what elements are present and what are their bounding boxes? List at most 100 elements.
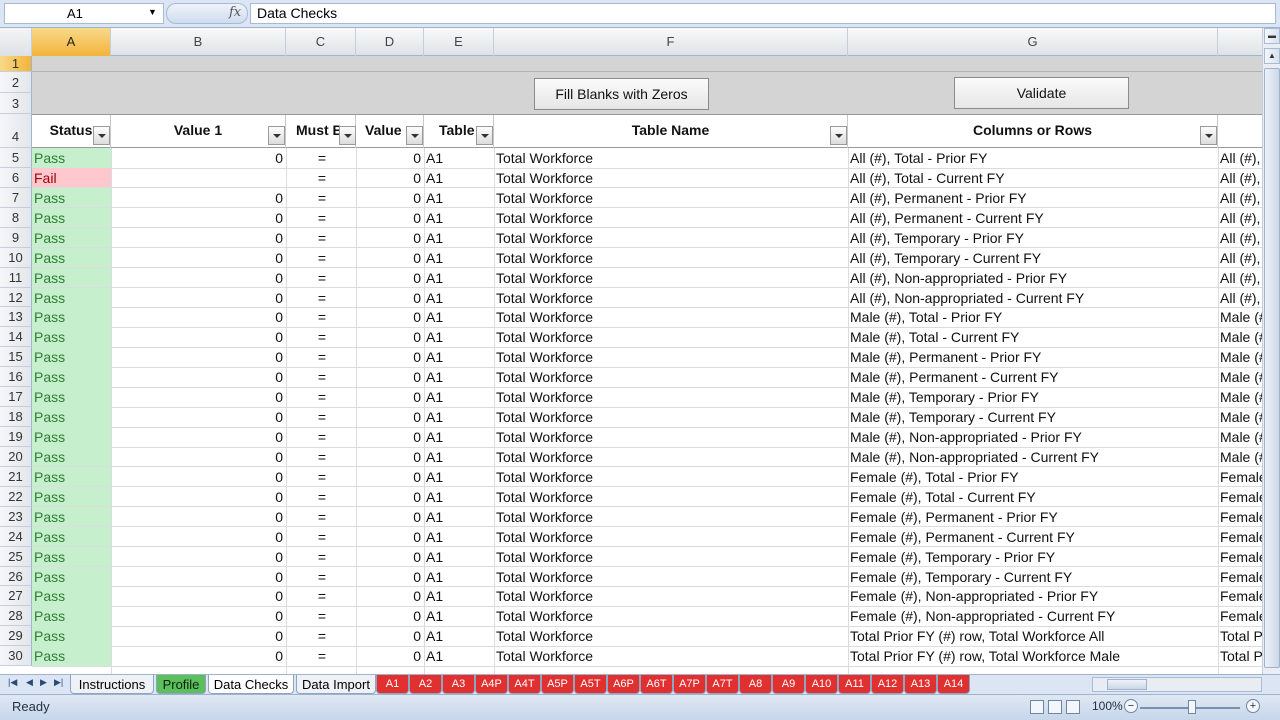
overflow-cell[interactable]: Female <box>1218 487 1262 507</box>
columns-rows-cell[interactable]: Male (#), Permanent - Current FY <box>848 367 1218 387</box>
value1-cell[interactable] <box>111 168 286 188</box>
operator-cell[interactable]: = <box>286 467 356 487</box>
value1-cell[interactable]: 0 <box>111 427 286 447</box>
value1-cell[interactable]: 0 <box>111 606 286 626</box>
overflow-cell[interactable]: Female <box>1218 586 1262 606</box>
last-sheet-icon[interactable]: ▶| <box>54 677 63 688</box>
operator-cell[interactable]: = <box>286 427 356 447</box>
overflow-cell[interactable]: Male (#), T <box>1218 407 1262 427</box>
status-cell[interactable]: Pass <box>32 287 111 308</box>
row-header[interactable]: 24 <box>0 526 32 547</box>
operator-cell[interactable]: = <box>286 367 356 387</box>
table-name-cell[interactable]: Total Workforce <box>494 268 848 288</box>
status-cell[interactable]: Pass <box>32 407 111 428</box>
split-handle[interactable]: ▬ <box>1264 28 1280 44</box>
value1-cell[interactable]: 0 <box>111 567 286 587</box>
value2-cell[interactable]: 0 <box>356 168 424 188</box>
table-cell[interactable]: A1 <box>424 467 494 487</box>
columns-rows-cell[interactable]: All (#), Total - Current FY <box>848 168 1218 188</box>
value2-cell[interactable]: 0 <box>356 268 424 288</box>
overflow-cell[interactable]: Female <box>1218 547 1262 567</box>
sheet-tab[interactable]: A14 <box>937 675 970 694</box>
overflow-cell[interactable]: All (#), T <box>1218 188 1262 208</box>
table-name-cell[interactable]: Total Workforce <box>494 447 848 467</box>
overflow-cell[interactable]: Female <box>1218 606 1262 626</box>
table-cell[interactable]: A1 <box>424 188 494 208</box>
operator-cell[interactable]: = <box>286 228 356 248</box>
overflow-cell[interactable]: Male (#), T <box>1218 387 1262 407</box>
overflow-cell[interactable]: Total Pr <box>1218 646 1262 666</box>
sheet-tab[interactable]: A1 <box>376 675 409 694</box>
columns-rows-cell[interactable]: Female (#), Permanent - Prior FY <box>848 507 1218 527</box>
status-cell[interactable]: Pass <box>32 626 111 647</box>
row-header[interactable]: 9 <box>0 227 32 248</box>
value2-cell[interactable]: 0 <box>356 606 424 626</box>
column-header-e[interactable]: E <box>424 28 494 56</box>
sheet-tab[interactable]: A13 <box>904 675 937 694</box>
columns-rows-cell[interactable]: Male (#), Non-appropriated - Current FY <box>848 447 1218 467</box>
column-header-a[interactable]: A <box>32 28 111 56</box>
table-cell[interactable]: A1 <box>424 367 494 387</box>
next-sheet-icon[interactable]: ▶ <box>40 677 47 688</box>
chevron-down-icon[interactable]: ▼ <box>148 3 157 22</box>
table-name-cell[interactable]: Total Workforce <box>494 347 848 367</box>
table-name-cell[interactable]: Total Workforce <box>494 168 848 188</box>
overflow-cell[interactable]: All (#), T <box>1218 268 1262 288</box>
table-name-cell[interactable]: Total Workforce <box>494 188 848 208</box>
columns-rows-cell[interactable]: Male (#), Temporary - Prior FY <box>848 387 1218 407</box>
scroll-up-arrow-icon[interactable]: ▲ <box>1264 48 1280 64</box>
name-box[interactable]: A1 <box>4 3 164 24</box>
operator-cell[interactable]: = <box>286 288 356 308</box>
operator-cell[interactable]: = <box>286 547 356 567</box>
status-cell[interactable]: Pass <box>32 427 111 448</box>
zoom-slider-thumb[interactable] <box>1188 700 1196 714</box>
value1-cell[interactable]: 0 <box>111 586 286 606</box>
normal-view-icon[interactable] <box>1030 700 1044 714</box>
status-cell[interactable]: Fail <box>32 167 111 188</box>
prev-sheet-icon[interactable]: ◀ <box>26 677 33 688</box>
table-cell[interactable]: A1 <box>424 148 494 168</box>
status-cell[interactable]: Pass <box>32 486 111 507</box>
row-header[interactable]: 25 <box>0 546 32 567</box>
table-cell[interactable]: A1 <box>424 288 494 308</box>
horizontal-scroll-thumb[interactable] <box>1107 679 1147 690</box>
value1-cell[interactable]: 0 <box>111 646 286 666</box>
sheet-tab[interactable]: Instructions <box>70 675 154 694</box>
operator-cell[interactable]: = <box>286 567 356 587</box>
table-name-cell[interactable]: Total Workforce <box>494 148 848 168</box>
zoom-level[interactable]: 100% <box>1092 699 1123 713</box>
value2-cell[interactable]: 0 <box>356 347 424 367</box>
value1-cell[interactable]: 0 <box>111 228 286 248</box>
columns-rows-cell[interactable]: Female (#), Permanent - Current FY <box>848 527 1218 547</box>
sheet-tab[interactable]: A5T <box>574 675 607 694</box>
table-cell[interactable]: A1 <box>424 547 494 567</box>
row-header[interactable]: 12 <box>0 287 32 308</box>
overflow-cell[interactable]: All (#), T <box>1218 168 1262 188</box>
sheet-tab[interactable]: A11 <box>838 675 871 694</box>
page-break-view-icon[interactable] <box>1066 700 1080 714</box>
overflow-cell[interactable]: Male (#), T <box>1218 427 1262 447</box>
status-cell[interactable]: Pass <box>32 506 111 527</box>
table-name-cell[interactable]: Total Workforce <box>494 228 848 248</box>
value2-cell[interactable]: 0 <box>356 148 424 168</box>
table-name-cell[interactable]: Total Workforce <box>494 487 848 507</box>
table-cell[interactable]: A1 <box>424 168 494 188</box>
value1-cell[interactable]: 0 <box>111 467 286 487</box>
value2-cell[interactable]: 0 <box>356 327 424 347</box>
filter-dropdown-icon[interactable] <box>830 126 847 145</box>
row-header[interactable]: 1 <box>0 56 32 72</box>
status-cell[interactable]: Pass <box>32 307 111 328</box>
value1-cell[interactable]: 0 <box>111 148 286 168</box>
row-header[interactable]: 4 <box>0 114 32 148</box>
value2-cell[interactable]: 0 <box>356 586 424 606</box>
row-header[interactable]: 5 <box>0 148 32 168</box>
status-cell[interactable]: Pass <box>32 347 111 368</box>
value1-cell[interactable]: 0 <box>111 188 286 208</box>
overflow-cell[interactable]: Female <box>1218 507 1262 527</box>
overflow-cell[interactable]: Male (#), T <box>1218 447 1262 467</box>
table-cell[interactable]: A1 <box>424 447 494 467</box>
value2-cell[interactable]: 0 <box>356 527 424 547</box>
table-name-cell[interactable]: Total Workforce <box>494 646 848 666</box>
value2-cell[interactable]: 0 <box>356 467 424 487</box>
overflow-cell[interactable]: All (#), T <box>1218 288 1262 308</box>
